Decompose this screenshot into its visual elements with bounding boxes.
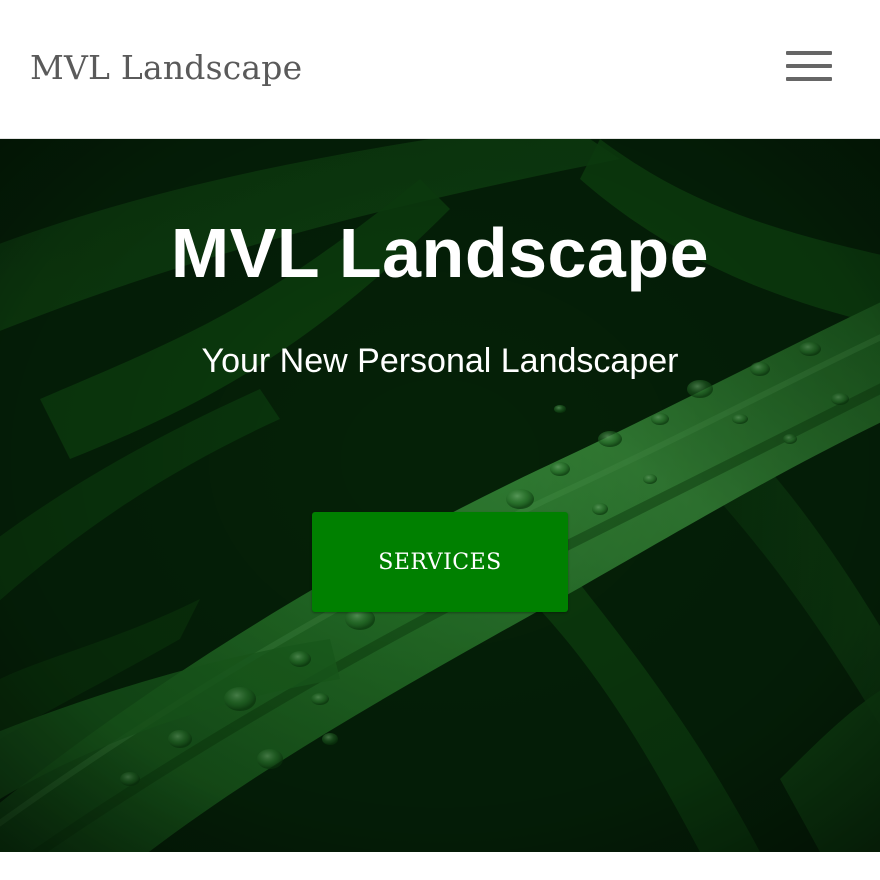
brand-logo-link[interactable]: MVL Landscape	[30, 48, 302, 87]
site-header: MVL Landscape	[0, 0, 880, 139]
menu-bar-bottom	[786, 77, 832, 81]
hero-section: MVL Landscape Your New Personal Landscap…	[0, 139, 880, 852]
hero-title: MVL Landscape	[170, 214, 710, 292]
page: MVL Landscape MVL Landscape Your New Per…	[0, 0, 880, 880]
menu-bar-middle	[786, 64, 832, 68]
content-start-strip	[0, 852, 880, 880]
hamburger-menu-button[interactable]	[786, 51, 832, 83]
menu-bar-top	[786, 51, 832, 55]
services-button[interactable]: SERVICES	[312, 512, 568, 612]
hero-subtitle: Your New Personal Landscaper	[201, 342, 679, 380]
